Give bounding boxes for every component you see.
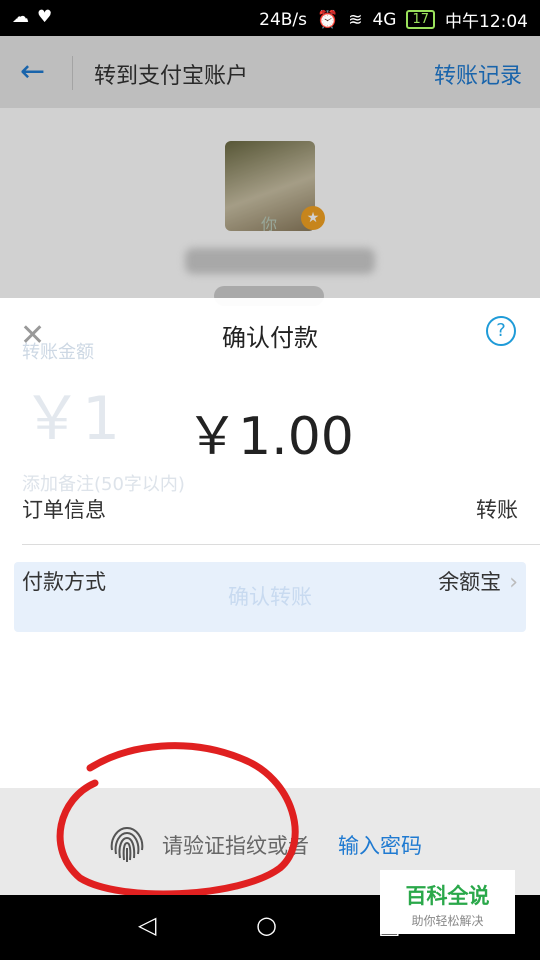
payment-amount: ￥1.00 — [186, 407, 354, 467]
alarm-icon: ⏰ — [317, 9, 339, 30]
order-info-value: 转账 — [476, 498, 518, 522]
ghost-note: 添加备注(50字以内) — [22, 474, 185, 495]
status-bar: ☁ ♥ 24B/s ⏰ ≋ 4G 17 中午12:04 — [0, 0, 540, 36]
nav-back-icon[interactable]: ◁ — [138, 911, 156, 939]
watermark-logo: 百科全说 助你轻松解决 — [380, 870, 515, 934]
confirm-payment-sheet: 转账金额 ￥1 添加备注(50字以内) 确认转账 ✕ 确认付款 ? ￥1.00 … — [0, 298, 540, 788]
heart-icon: ♥ — [37, 7, 53, 27]
cloud-icon: ☁ — [12, 7, 29, 27]
help-icon[interactable]: ? — [486, 316, 516, 346]
payment-method-name: 余额宝 — [438, 570, 502, 594]
dim-overlay — [0, 36, 540, 298]
order-info-row: 订单信息 转账 — [22, 494, 518, 524]
nav-home-icon[interactable]: ○ — [256, 911, 277, 939]
network-speed: 24B/s — [259, 9, 308, 30]
clock: 中午12:04 — [445, 12, 528, 32]
row-divider — [22, 544, 540, 545]
red-circle-annotation — [56, 742, 299, 896]
order-info-label: 订单信息 — [22, 498, 106, 522]
enter-password-link[interactable]: 输入密码 — [338, 830, 422, 860]
watermark-title: 百科全说 — [405, 884, 490, 908]
wifi-icon: ≋ — [348, 9, 363, 30]
payment-method-label: 付款方式 — [22, 570, 106, 594]
chevron-right-icon: › — [509, 570, 518, 595]
network-type: 4G — [372, 9, 397, 30]
payment-method-value[interactable]: 余额宝 › — [438, 566, 518, 596]
battery-level: 17 — [406, 10, 435, 29]
payment-method-row[interactable]: 付款方式 余额宝 › — [22, 566, 518, 596]
sheet-title: 确认付款 — [222, 324, 318, 352]
watermark-subtitle: 助你轻松解决 — [411, 914, 484, 928]
